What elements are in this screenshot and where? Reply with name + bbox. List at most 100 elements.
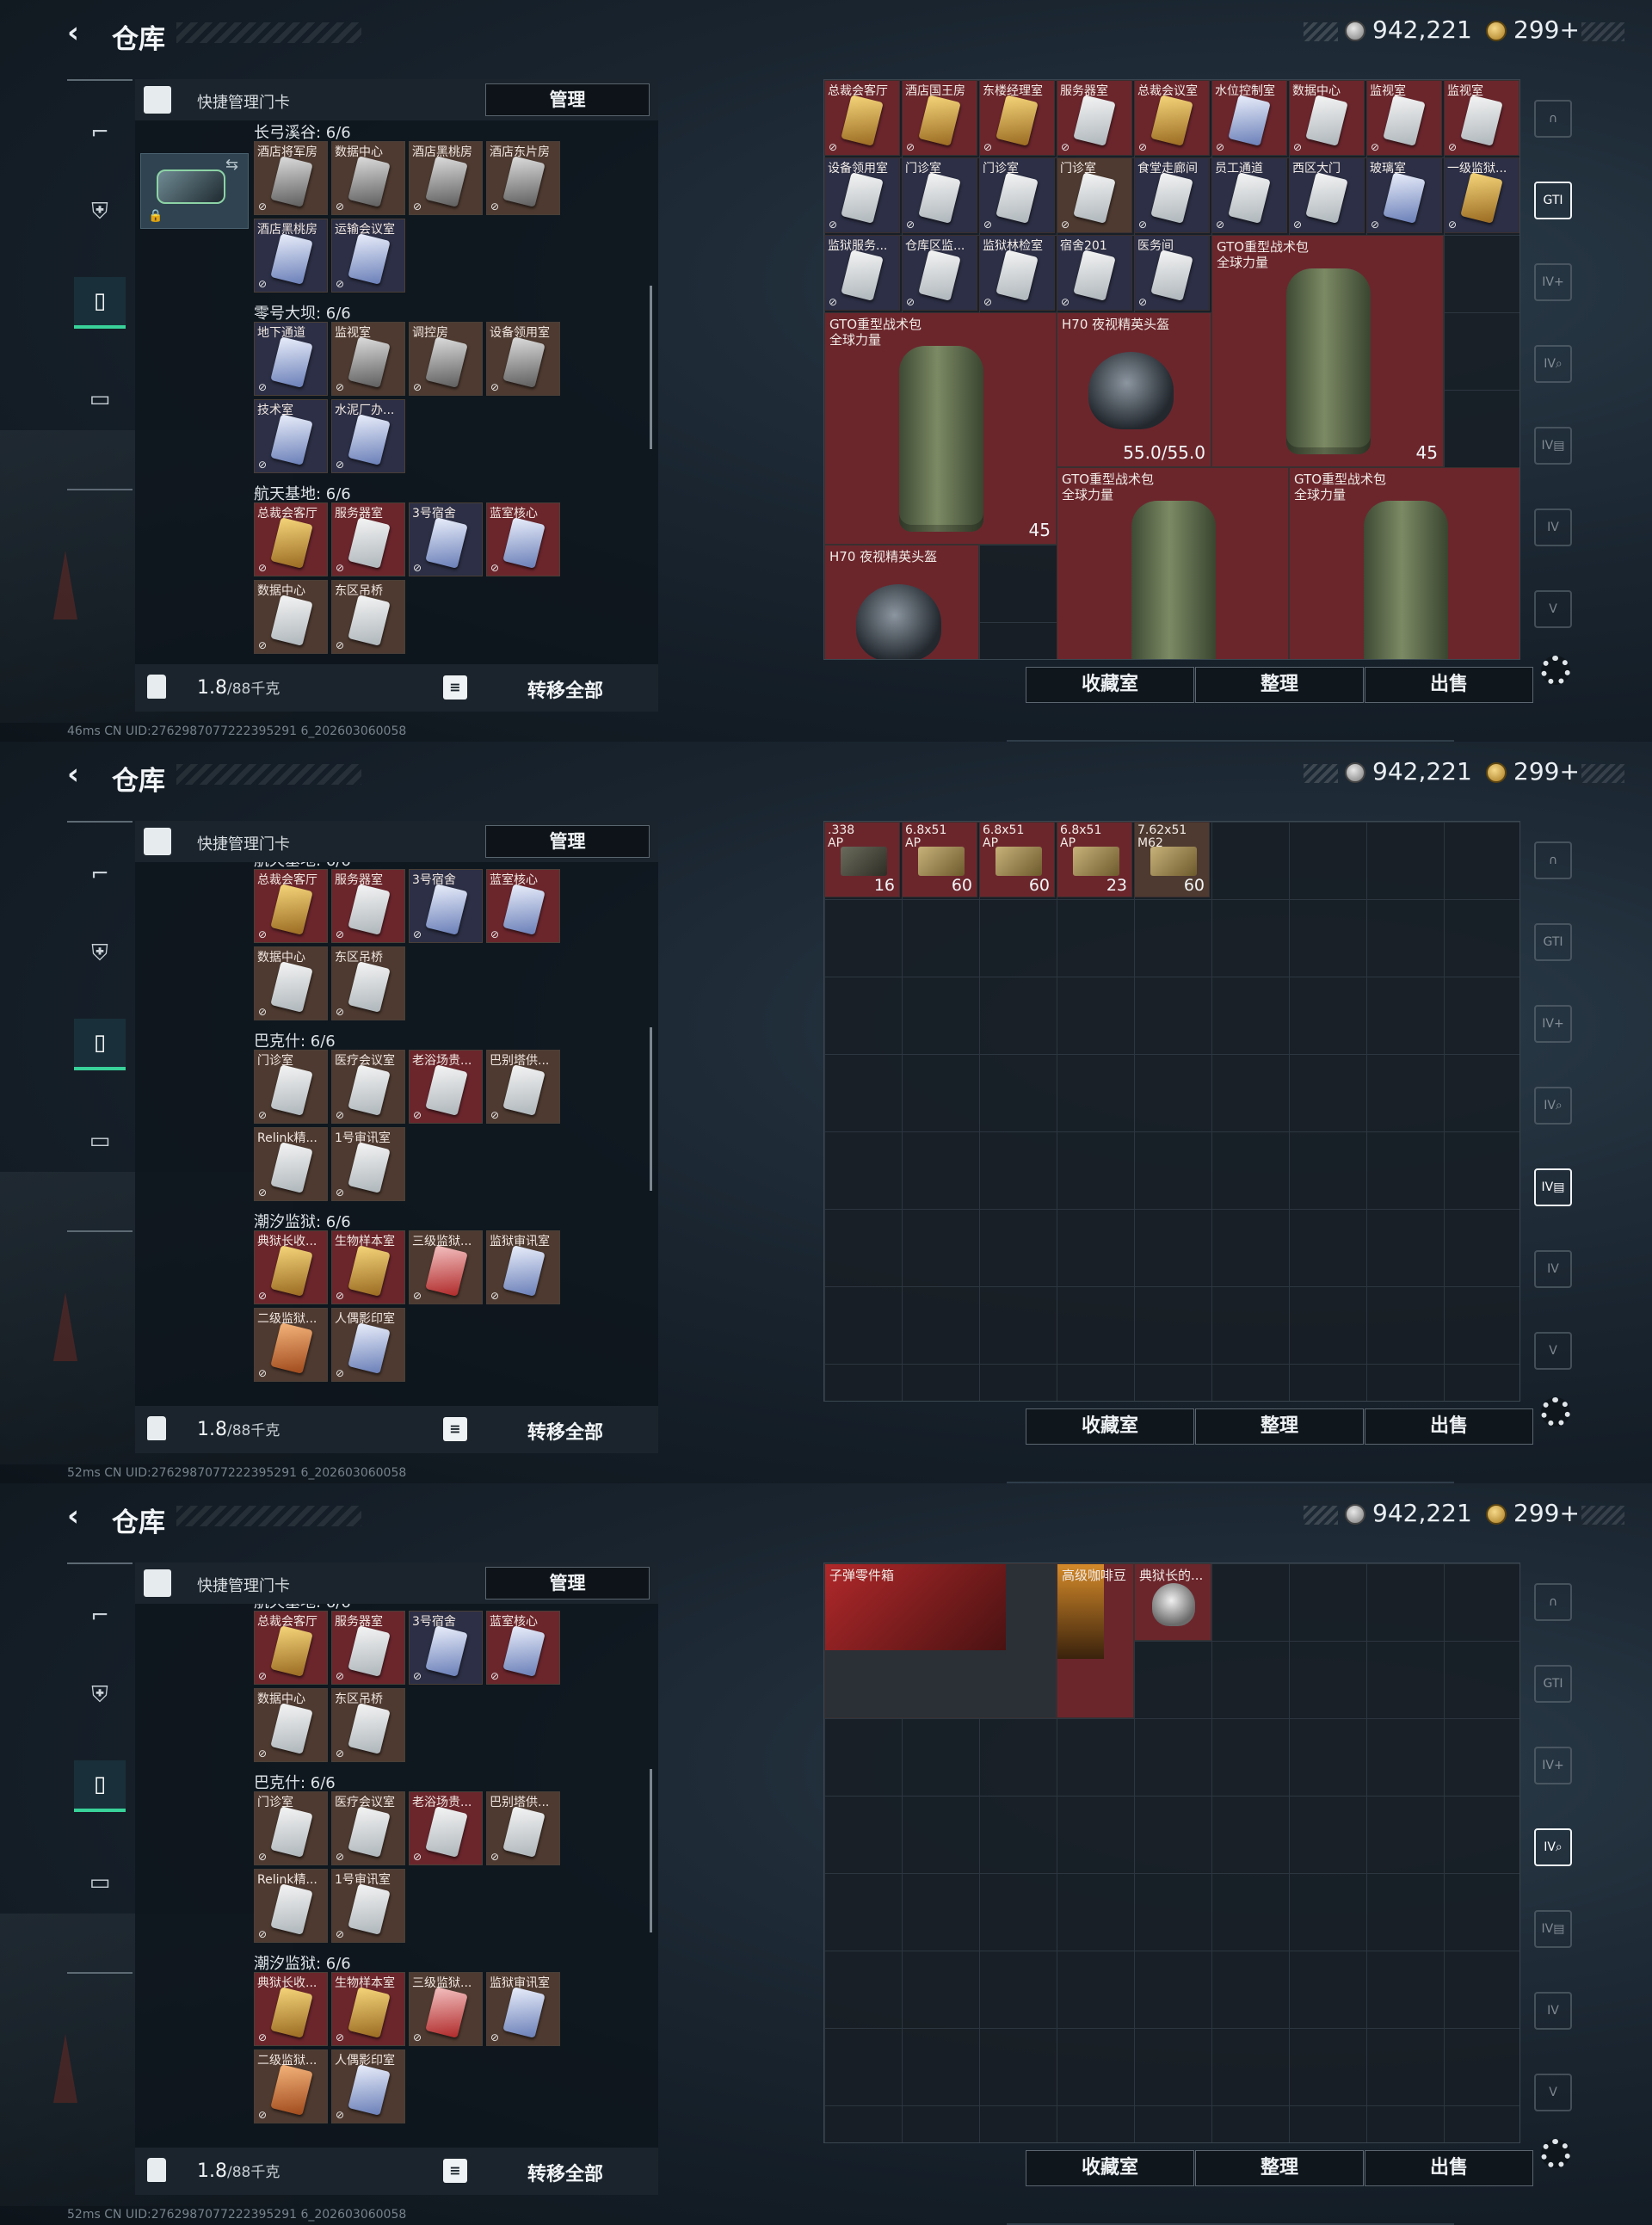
ammo-stack[interactable]: .338 AP 16 (824, 822, 900, 897)
armor-icon[interactable]: ⛨ (74, 928, 126, 979)
tier-iv-box-icon[interactable]: IV▤ (1534, 1910, 1572, 1948)
stash-keycard[interactable]: 员工通道 ⊘ (1211, 157, 1287, 233)
stash-keycard[interactable]: 监狱服务... ⊘ (824, 235, 900, 311)
keycard[interactable]: 蓝室核心 ⊘ (486, 869, 560, 943)
tier-iv-search-icon[interactable]: IV⌕ (1534, 1087, 1572, 1125)
stash-keycard[interactable]: 东楼经理室 ⊘ (979, 80, 1055, 156)
briefcase-icon[interactable]: ▭ (74, 373, 126, 425)
back-icon[interactable]: ‹ (67, 15, 93, 50)
list-icon[interactable]: ≡ (443, 1417, 467, 1441)
keycard[interactable]: 巴别塔供... ⊘ (486, 1791, 560, 1865)
manage-button[interactable]: 管理 (485, 83, 650, 116)
keycard[interactable]: 东区吊桥 ⊘ (331, 1688, 405, 1762)
stash-keycard[interactable]: 西区大门 ⊘ (1289, 157, 1365, 233)
briefcase-icon[interactable]: ▭ (74, 1115, 126, 1167)
stash-keycard[interactable]: 监视室 ⊘ (1366, 80, 1442, 156)
collection-room-button[interactable]: 收藏室 (1026, 667, 1194, 703)
keycard[interactable]: 生物样本室 ⊘ (331, 1230, 405, 1304)
keycard-icon[interactable]: ▯ (74, 277, 126, 329)
stash-keycard[interactable]: 仓库区监... ⊘ (902, 235, 977, 311)
keycard[interactable]: 服务器室 ⊘ (331, 1611, 405, 1685)
keycard[interactable]: 酒店东片房 ⊘ (486, 141, 560, 215)
tier-gti-icon[interactable]: GTI (1534, 1665, 1572, 1703)
keycard[interactable]: 门诊室 ⊘ (254, 1050, 328, 1124)
pistol-icon[interactable]: ⌐ (74, 848, 126, 900)
keycard[interactable]: Relink精... ⊘ (254, 1127, 328, 1201)
back-icon[interactable]: ‹ (67, 1499, 93, 1533)
backpack-item[interactable]: GTO重型战术包 全球力量 45 (824, 312, 1057, 545)
stash-keycard[interactable]: 门诊室 ⊘ (1057, 157, 1132, 233)
keycard[interactable]: 数据中心 ⊘ (254, 580, 328, 654)
backpack-item[interactable]: GTO重型战术包 全球力量 (1057, 467, 1289, 659)
manage-button[interactable]: 管理 (485, 1567, 650, 1599)
keycard[interactable]: 3号宿舍 ⊘ (409, 1611, 483, 1685)
keycard[interactable]: 门诊室 ⊘ (254, 1791, 328, 1865)
briefcase-icon[interactable]: ▭ (74, 1857, 126, 1908)
collection-room-button[interactable]: 收藏室 (1026, 1408, 1194, 1445)
stash-keycard[interactable]: 监狱林检室 ⊘ (979, 235, 1055, 311)
keycard[interactable]: 人偶影印室 ⊘ (331, 2049, 405, 2123)
backpack-item[interactable]: GTO重型战术包 全球力量 45 (1211, 235, 1444, 467)
ammo-stack[interactable]: 7.62x51 M62 60 (1134, 822, 1210, 897)
keycard[interactable]: 服务器室 ⊘ (331, 502, 405, 576)
pistol-icon[interactable]: ⌐ (74, 1590, 126, 1642)
scrollbar[interactable] (650, 286, 652, 449)
arch-icon[interactable]: ∩ (1534, 1583, 1572, 1621)
scrollbar[interactable] (650, 1027, 652, 1191)
tier-iv-search-icon[interactable]: IV⌕ (1534, 345, 1572, 383)
lock-icon[interactable] (147, 2158, 166, 2182)
stash-keycard[interactable]: 总裁会议室 ⊘ (1134, 80, 1210, 156)
keycard[interactable]: 技术室 ⊘ (254, 399, 328, 473)
keycard[interactable]: 三级监狱... ⊘ (409, 1972, 483, 2046)
list-icon[interactable]: ≡ (443, 2159, 467, 2183)
sell-button[interactable]: 出售 (1365, 1408, 1533, 1445)
keycard[interactable]: 总裁会客厅 ⊘ (254, 869, 328, 943)
pistol-icon[interactable]: ⌐ (74, 107, 126, 158)
helmet-item[interactable]: H70 夜视精英头盔 55.0/55.0 (1057, 312, 1211, 467)
transfer-all-button[interactable]: 转移全部 (527, 2159, 603, 2186)
stash-item[interactable]: 子弹零件箱 (824, 1563, 1057, 1718)
arch-icon[interactable]: ∩ (1534, 841, 1572, 879)
transfer-all-button[interactable]: 转移全部 (527, 675, 603, 703)
ammo-stack[interactable]: 6.8x51 AP 60 (979, 822, 1055, 897)
keycard[interactable]: 3号宿舍 ⊘ (409, 502, 483, 576)
tier-v-icon[interactable]: V (1534, 590, 1572, 628)
keycard[interactable]: 蓝室核心 ⊘ (486, 502, 560, 576)
sort-button[interactable]: 整理 (1195, 1408, 1364, 1445)
keycard[interactable]: 总裁会客厅 ⊘ (254, 1611, 328, 1685)
keycard[interactable]: 数据中心 ⊘ (254, 946, 328, 1020)
tier-gti-icon[interactable]: GTI (1534, 923, 1572, 961)
keycard[interactable]: 医疗会议室 ⊘ (331, 1791, 405, 1865)
stash-keycard[interactable]: 宿舍201 ⊘ (1057, 235, 1132, 311)
tier-iv-search-icon[interactable]: IV⌕ (1534, 1828, 1572, 1866)
keycard[interactable]: 典狱长收... ⊘ (254, 1972, 328, 2046)
keycard[interactable]: 运输会议室 ⊘ (331, 219, 405, 293)
tier-iv-icon[interactable]: IV (1534, 1992, 1572, 2030)
keycard-icon[interactable]: ▯ (74, 1019, 126, 1070)
keycard[interactable]: 地下通道 ⊘ (254, 322, 328, 396)
tier-iv-icon[interactable]: IV (1534, 1250, 1572, 1288)
tier-gti-icon[interactable]: GTI (1534, 182, 1572, 219)
tier-v-icon[interactable]: V (1534, 2074, 1572, 2111)
stash-item[interactable]: 高级咖啡豆 (1057, 1563, 1134, 1718)
sell-button[interactable]: 出售 (1365, 2150, 1533, 2186)
tier-iv-plus-icon[interactable]: IV+ (1534, 1747, 1572, 1784)
keycard[interactable]: 调控房 ⊘ (409, 322, 483, 396)
stash-keycard[interactable]: 水位控制室 ⊘ (1211, 80, 1287, 156)
stash-keycard[interactable]: 一级监狱... ⊘ (1444, 157, 1519, 233)
manage-button[interactable]: 管理 (485, 825, 650, 858)
tier-iv-plus-icon[interactable]: IV+ (1534, 263, 1572, 301)
keycard[interactable]: 监狱审讯室 ⊘ (486, 1230, 560, 1304)
keycard[interactable]: 东区吊桥 ⊘ (331, 946, 405, 1020)
keycard[interactable]: Relink精... ⊘ (254, 1869, 328, 1943)
stash-keycard[interactable]: 玻璃室 ⊘ (1366, 157, 1442, 233)
keycard[interactable]: 总裁会客厅 ⊘ (254, 502, 328, 576)
tier-iv-plus-icon[interactable]: IV+ (1534, 1005, 1572, 1043)
keycard[interactable]: 人偶影印室 ⊘ (331, 1308, 405, 1382)
selected-keycard-slot[interactable]: ⇆ 🔒 (140, 153, 249, 229)
tier-v-icon[interactable]: V (1534, 1332, 1572, 1370)
tier-iv-box-icon[interactable]: IV▤ (1534, 427, 1572, 465)
stash-keycard[interactable]: 门诊室 ⊘ (979, 157, 1055, 233)
stash-keycard[interactable]: 门诊室 ⊘ (902, 157, 977, 233)
back-icon[interactable]: ‹ (67, 757, 93, 792)
